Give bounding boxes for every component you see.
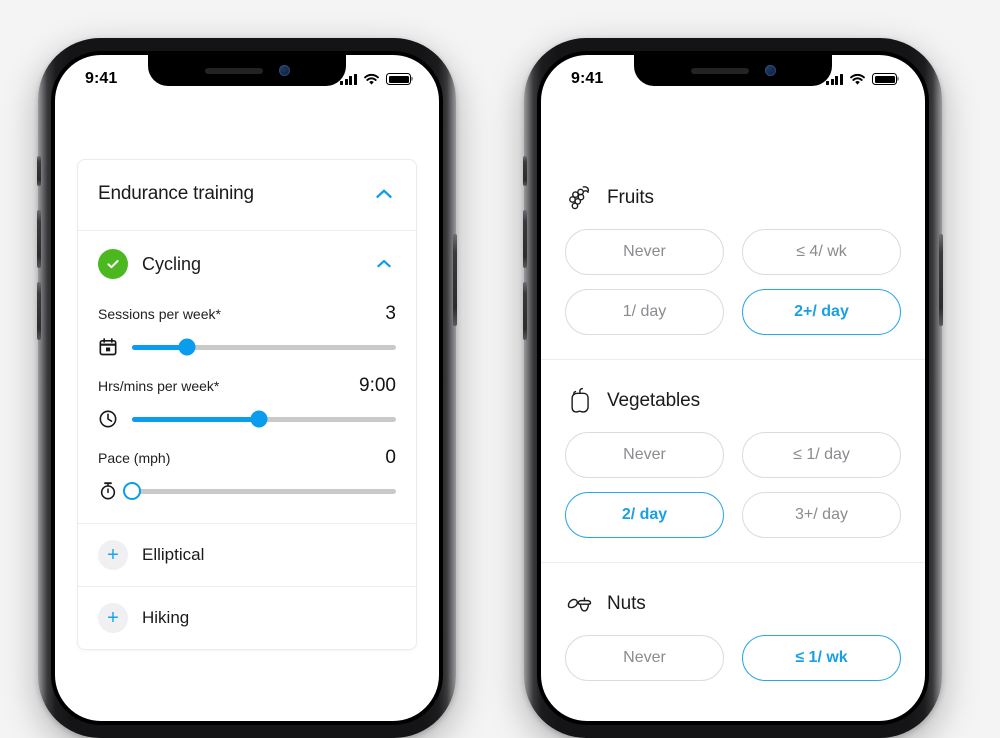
slider-value: 9:00 bbox=[359, 375, 396, 396]
slider-thumb[interactable] bbox=[123, 482, 141, 500]
slider-fill bbox=[132, 416, 259, 422]
screenshot-stage: 9:41 Endurance training Cycling Sessions… bbox=[0, 0, 1000, 738]
earpiece-speaker-icon bbox=[690, 67, 749, 74]
phone-bezel: 9:41 bbox=[537, 51, 929, 725]
section-header: Vegetables bbox=[565, 360, 901, 432]
activity-label: Hiking bbox=[142, 608, 190, 627]
power-button[interactable] bbox=[939, 234, 943, 326]
slider-hours-per-week: Hrs/mins per week* 9:00 bbox=[98, 365, 396, 437]
status-time: 9:41 bbox=[571, 70, 604, 87]
phone-device-exercise: 9:41 Endurance training Cycling Sessions… bbox=[37, 38, 457, 738]
slider-group: Sessions per week* 3 Hrs/mins per week* … bbox=[78, 293, 416, 523]
status-indicators bbox=[826, 73, 897, 86]
clock-icon bbox=[99, 410, 117, 428]
slider-value: 3 bbox=[385, 303, 396, 324]
slider-labels: Sessions per week* 3 bbox=[98, 303, 396, 325]
section-header: Fruits bbox=[565, 157, 901, 229]
battery-full-icon bbox=[386, 73, 411, 85]
exercise-content: Endurance training Cycling Sessions per … bbox=[55, 55, 439, 650]
volume-down-button[interactable] bbox=[37, 282, 41, 340]
pepper-icon bbox=[571, 387, 589, 413]
stopwatch-icon bbox=[100, 482, 116, 500]
slider-row[interactable] bbox=[98, 479, 396, 503]
option-button[interactable]: 1/ day bbox=[565, 289, 724, 335]
card-title: Endurance training bbox=[98, 183, 254, 204]
slider-track[interactable] bbox=[132, 338, 396, 356]
phone-bezel: 9:41 bbox=[51, 51, 443, 725]
plus-icon: + bbox=[98, 603, 128, 633]
wifi-icon bbox=[364, 73, 379, 85]
silent-switch-button[interactable] bbox=[523, 156, 527, 186]
front-camera-icon bbox=[764, 65, 776, 76]
endurance-training-card: Endurance training Cycling Sessions per … bbox=[77, 159, 417, 650]
volume-up-button[interactable] bbox=[37, 210, 41, 268]
slider-labels: Pace (mph) 0 bbox=[98, 447, 396, 469]
check-circle-icon bbox=[98, 249, 128, 279]
slider-labels: Hrs/mins per week* 9:00 bbox=[98, 375, 396, 397]
option-button[interactable]: 3+/ day bbox=[742, 492, 901, 538]
option-button-selected[interactable]: ≤ 1/ wk bbox=[742, 635, 901, 681]
section-title: Fruits bbox=[607, 187, 654, 208]
earpiece-speaker-icon bbox=[204, 67, 263, 74]
silent-switch-button[interactable] bbox=[37, 156, 41, 186]
slider-row[interactable] bbox=[98, 407, 396, 431]
slider-track[interactable] bbox=[132, 410, 396, 428]
slider-label: Hrs/mins per week* bbox=[98, 378, 220, 394]
battery-full-icon bbox=[872, 73, 897, 85]
food-section-nuts: Nuts Never ≤ 1/ wk bbox=[541, 562, 925, 705]
option-button[interactable]: Never bbox=[565, 229, 724, 275]
wifi-icon bbox=[850, 73, 865, 85]
phone-device-nutrition: 9:41 Fruits Never ≤ 4/ wk 1/ day 2+/ day… bbox=[523, 38, 943, 738]
option-button[interactable]: ≤ 4/ wk bbox=[742, 229, 901, 275]
activity-row-elliptical[interactable]: + Elliptical bbox=[78, 523, 416, 586]
card-header[interactable]: Endurance training bbox=[78, 160, 416, 231]
nutrition-screen: 9:41 Fruits Never ≤ 4/ wk 1/ day 2+/ day… bbox=[541, 55, 925, 721]
status-indicators bbox=[340, 73, 411, 86]
option-grid: Never ≤ 4/ wk 1/ day 2+/ day bbox=[565, 229, 901, 359]
volume-down-button[interactable] bbox=[523, 282, 527, 340]
notch bbox=[148, 55, 346, 86]
option-button[interactable]: Never bbox=[565, 432, 724, 478]
section-title: Vegetables bbox=[607, 390, 701, 411]
activity-header-cycling[interactable]: Cycling bbox=[78, 231, 416, 293]
calendar-icon bbox=[99, 338, 117, 356]
slider-thumb[interactable] bbox=[178, 338, 196, 356]
power-button[interactable] bbox=[453, 234, 457, 326]
slider-track[interactable] bbox=[123, 482, 396, 500]
acorn-icon bbox=[567, 597, 592, 612]
grapes-icon bbox=[569, 186, 590, 210]
option-grid: Never ≤ 1/ wk bbox=[565, 635, 901, 705]
activity-row-hiking[interactable]: + Hiking bbox=[78, 586, 416, 649]
food-section-fruits: Fruits Never ≤ 4/ wk 1/ day 2+/ day bbox=[541, 99, 925, 359]
section-header: Nuts bbox=[565, 563, 901, 635]
notch bbox=[634, 55, 832, 86]
status-time: 9:41 bbox=[85, 70, 118, 87]
activity-name: Cycling bbox=[142, 253, 202, 274]
plus-icon: + bbox=[98, 540, 128, 570]
food-section-vegetables: Vegetables Never ≤ 1/ day 2/ day 3+/ day bbox=[541, 359, 925, 562]
option-grid: Never ≤ 1/ day 2/ day 3+/ day bbox=[565, 432, 901, 562]
front-camera-icon bbox=[278, 65, 290, 76]
option-button[interactable]: ≤ 1/ day bbox=[742, 432, 901, 478]
exercise-screen: 9:41 Endurance training Cycling Sessions… bbox=[55, 55, 439, 721]
slider-pace: Pace (mph) 0 bbox=[98, 437, 396, 509]
slider-label: Sessions per week* bbox=[98, 306, 221, 322]
slider-thumb[interactable] bbox=[250, 410, 268, 428]
volume-up-button[interactable] bbox=[523, 210, 527, 268]
chevron-up-icon[interactable] bbox=[372, 182, 396, 206]
slider-row[interactable] bbox=[98, 335, 396, 359]
slider-value: 0 bbox=[385, 447, 396, 468]
option-button[interactable]: Never bbox=[565, 635, 724, 681]
chevron-up-icon[interactable] bbox=[372, 252, 396, 276]
option-button-selected[interactable]: 2/ day bbox=[565, 492, 724, 538]
option-button-selected[interactable]: 2+/ day bbox=[742, 289, 901, 335]
slider-label: Pace (mph) bbox=[98, 450, 171, 466]
activity-label: Elliptical bbox=[142, 545, 205, 564]
nutrition-content: Fruits Never ≤ 4/ wk 1/ day 2+/ day Vege… bbox=[541, 55, 925, 705]
section-title: Nuts bbox=[607, 593, 646, 614]
slider-sessions-per-week: Sessions per week* 3 bbox=[98, 293, 396, 365]
